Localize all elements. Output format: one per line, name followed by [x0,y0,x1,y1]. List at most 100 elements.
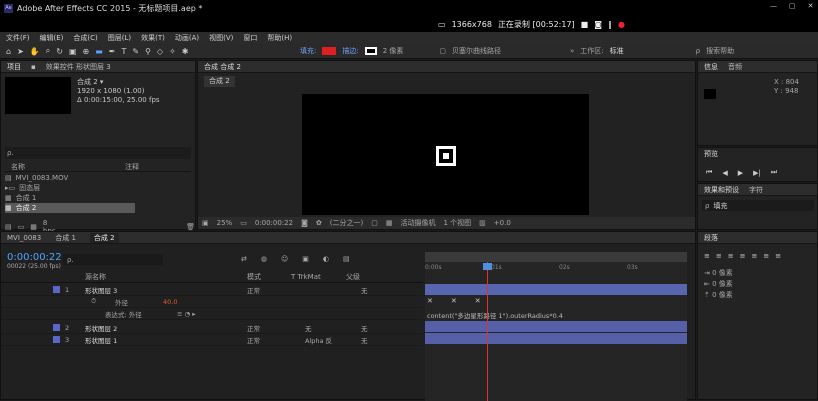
menu-layer[interactable]: 图层(L) [108,33,131,43]
menu-composition[interactable]: 合成(C) [73,33,97,43]
playhead-line[interactable] [487,262,488,401]
timeline-search-input[interactable]: ρ. [63,254,163,265]
table-row[interactable]: 1 形状图层 3 正常 无 [1,284,423,296]
add-icon[interactable]: ▢ [439,47,446,55]
keyframe-icon[interactable]: ✕ [451,297,457,305]
camera-select[interactable]: 活动摄像机 [400,218,435,228]
grid-icon[interactable]: ▣ [202,219,209,227]
comp-subtab[interactable]: 合成 2 [204,76,235,87]
label-color[interactable] [53,324,60,331]
list-item[interactable]: ▸▭ 固态层 [5,183,191,193]
column-parent[interactable]: 父级 [346,272,360,282]
table-row[interactable]: 3 形状图层 1 正常 Alpha 反 无 [1,334,423,346]
eraser-tool-icon[interactable]: ◇ [157,47,163,56]
layer-parent[interactable]: 无 [361,323,368,333]
minimize-icon[interactable]: — [770,2,777,10]
timeline-tracks[interactable]: 0:00s 01s 02s 03s ✕ ✕ ✕ content("多边星形路径 1"… [425,252,687,401]
play-icon[interactable]: ▶ [738,169,743,177]
table-row[interactable]: ⏱ 外径 40.0 [1,296,423,308]
home-icon[interactable]: ⌂ [6,47,11,56]
tab-character[interactable]: 字符 [749,185,763,195]
table-row[interactable]: 表达式: 外径 ≡ ◔ ▸ [1,308,423,320]
graph-editor-icon[interactable]: ▤ [343,255,350,263]
indent-left[interactable]: 0 像素 [712,269,733,277]
align-center-icon[interactable]: ≡ [716,252,722,260]
layer-bar[interactable] [425,284,687,295]
workspace-select[interactable]: 标准 [610,46,690,56]
tab-mvi[interactable]: MVI_0083 [7,234,41,242]
project-search-input[interactable]: ρ. [5,147,191,159]
stop-icon[interactable]: ■ [581,20,589,29]
safe-zones-icon[interactable]: ▭ [240,219,247,227]
layer-bar[interactable] [425,321,687,332]
tab-info[interactable]: 信息 [704,62,718,72]
menu-animation[interactable]: 动画(A) [175,33,199,43]
justify-all-icon[interactable]: ≡ [775,252,781,260]
motion-blur-icon[interactable]: ◐ [323,255,329,263]
comp-info-name[interactable]: 合成 2 ▾ [77,78,160,87]
tab-effects-presets[interactable]: 效果和预设 [704,185,739,195]
layer-parent[interactable]: 无 [361,285,368,295]
layer-parent[interactable]: 无 [361,335,368,345]
type-tool-icon[interactable]: T [121,47,126,56]
timecode-display[interactable]: 0:00:00:22 [255,219,293,227]
list-item[interactable]: ▦ 合成 1 [5,193,191,203]
tab-effect-controls[interactable]: 效果控件 形状图层 3 [46,62,111,72]
comp-canvas[interactable] [302,94,589,215]
new-folder-icon[interactable]: ▭ [18,223,25,231]
roto-tool-icon[interactable]: ✧ [169,47,176,56]
zoom-select[interactable]: 25% [217,219,233,227]
justify-center-icon[interactable]: ≡ [752,252,758,260]
table-row[interactable]: 2 形状图层 2 正常 无 无 [1,322,423,334]
align-left-icon[interactable]: ≡ [704,252,710,260]
brush-tool-icon[interactable]: ✎ [132,47,139,56]
fill-color-swatch[interactable] [322,47,337,55]
layer-name[interactable]: 形状图层 2 [85,323,117,333]
tab-audio[interactable]: 音频 [728,62,742,72]
new-comp-icon[interactable]: ▦ [30,223,37,231]
rotate-tool-icon[interactable]: ↻ [56,47,63,56]
layer-trkmat[interactable]: Alpha 反 [305,335,332,345]
layer-bar[interactable] [425,333,687,344]
column-name[interactable]: 名称 [5,162,25,172]
property-value[interactable]: 40.0 [163,298,177,306]
interpret-icon[interactable]: ▤ [5,223,12,231]
tab-comp1[interactable]: 合成 1 [55,233,76,243]
label-color[interactable] [53,336,60,343]
hand-tool-icon[interactable]: ✋ [30,47,40,56]
first-frame-icon[interactable]: ⏮ [706,168,712,177]
view-options-icon[interactable]: ▥ [479,219,486,227]
tab-paragraph[interactable]: 段落 [704,233,718,243]
comp-mini-flowchart-icon[interactable]: ⇄ [241,255,247,263]
list-item[interactable]: ▤ MVI_0083.MOV [5,173,191,183]
work-area-bar[interactable] [425,252,687,262]
column-note[interactable]: 注释 [125,162,139,172]
stamp-tool-icon[interactable]: ⚲ [145,47,151,56]
next-frame-icon[interactable]: ▶| [753,169,761,177]
zoom-tool-icon[interactable]: ⌕ [46,46,50,56]
layer-mode[interactable]: 正常 [247,323,260,333]
layer-name[interactable]: 形状图层 1 [85,335,117,345]
time-ruler[interactable]: 0:00s 01s 02s 03s [425,264,687,272]
space-before[interactable]: 0 像素 [712,291,733,299]
indent-first[interactable]: 0 像素 [712,280,733,288]
frame-blend-icon[interactable]: ▣ [302,255,309,263]
justify-right-icon[interactable]: ≡ [763,252,769,260]
menu-view[interactable]: 视图(V) [209,33,233,43]
maximize-icon[interactable]: ▢ [789,2,796,10]
menu-help[interactable]: 帮助(H) [267,33,292,43]
layer-mode[interactable]: 正常 [247,335,260,345]
record-icon[interactable]: ● [618,20,625,29]
resolution-select[interactable]: (二分之一) [330,218,363,228]
camera-tool-icon[interactable]: ▣ [69,47,77,56]
search-help-input[interactable]: 搜索帮助 [706,46,734,56]
pan-behind-icon[interactable]: ⊕ [83,47,90,56]
expand-icon[interactable]: » [570,47,574,55]
composition-tab[interactable]: 合成 合成 2 [204,62,241,72]
selection-tool-icon[interactable]: ➤ [17,47,24,56]
keyframe-icon[interactable]: ✕ [475,297,481,305]
stroke-color-swatch[interactable] [364,47,377,55]
menu-window[interactable]: 窗口 [243,33,257,43]
pause-icon[interactable]: ‖ [608,20,612,29]
rectangle-tool-icon[interactable]: ▬ [95,47,103,56]
